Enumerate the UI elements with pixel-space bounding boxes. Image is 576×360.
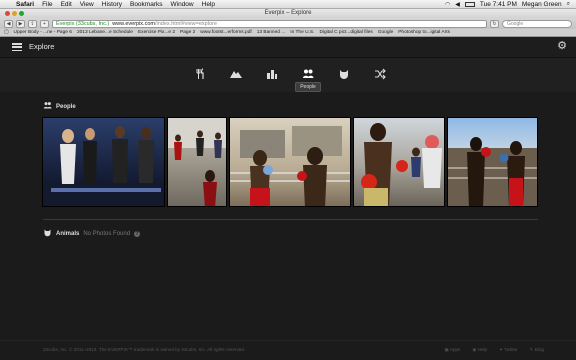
section-divider [43, 219, 538, 220]
animals-icon [43, 228, 52, 239]
people-photo[interactable] [447, 117, 538, 207]
people-photo[interactable] [353, 117, 445, 207]
people-section-header: People [43, 101, 76, 112]
search-field[interactable]: Google [502, 19, 572, 28]
footer-link-twitter-label: Twitter [504, 347, 518, 352]
wifi-icon[interactable]: ◠ [445, 1, 450, 8]
menu-icon[interactable] [12, 43, 22, 52]
app-header: Explore ⚙ [0, 37, 576, 58]
footer-link-apps[interactable]: ▣ Apps [444, 347, 460, 353]
menu-file[interactable]: File [38, 0, 56, 9]
bookmark-item[interactable]: 2013 Lebane...e Schedule [77, 30, 133, 35]
animals-section-header: Animals No Photos Found ? [43, 228, 141, 239]
footer-link-twitter[interactable]: ✦ Twitter [499, 347, 518, 353]
add-tab-button[interactable]: + [40, 19, 49, 28]
city-category-icon[interactable] [266, 68, 278, 80]
minimize-window-button[interactable] [12, 11, 17, 16]
menu-edit[interactable]: Edit [57, 0, 76, 9]
people-section-label: People [56, 103, 76, 110]
bookmark-item[interactable]: Digital C pict...digital files [319, 30, 372, 35]
copyright-text: 33cubs, Inc. © 2011–2013. The EVERPIX™ t… [43, 347, 246, 352]
footer-link-blog-label: Blog [534, 347, 544, 352]
footer-link-apps-label: Apps [449, 347, 461, 352]
menu-view[interactable]: View [76, 0, 98, 9]
no-photos-text: No Photos Found [83, 230, 131, 237]
menu-bookmarks[interactable]: Bookmarks [126, 0, 167, 9]
page-title: Explore [29, 42, 55, 51]
category-tooltip: People [295, 82, 321, 92]
people-photo[interactable] [229, 117, 351, 207]
certificate-label[interactable]: Everpix (33cubs, Inc.) [56, 21, 109, 27]
reload-button[interactable]: ↻ [490, 19, 499, 28]
bookmark-item[interactable]: Google [378, 30, 393, 35]
mac-menu-bar: Safari File Edit View History Bookmarks … [0, 0, 576, 9]
people-photo[interactable] [167, 117, 227, 207]
back-button[interactable]: ◀ [4, 19, 13, 28]
footer-link-blog[interactable]: ✎ Blog [530, 347, 544, 353]
url-host: www.everpix.com [112, 20, 155, 27]
people-icon [43, 101, 52, 112]
menu-history[interactable]: History [98, 0, 126, 9]
url-path: /index.html#view=explore [154, 20, 217, 27]
reading-list-icon[interactable]: ▢ [4, 30, 9, 35]
spotlight-icon[interactable]: ⌕ [567, 1, 570, 8]
menu-help[interactable]: Help [198, 0, 219, 9]
footer-link-help-label: Help [477, 347, 488, 352]
window-title-bar: Everpix – Explore [0, 9, 576, 18]
close-window-button[interactable] [5, 11, 10, 16]
people-category-icon[interactable] [302, 68, 314, 80]
page-footer: 33cubs, Inc. © 2011–2013. The EVERPIX™ t… [0, 340, 576, 360]
share-button[interactable]: ⇪ [28, 19, 37, 28]
bookmark-item[interactable]: Photoshop to...igital Arts [398, 30, 450, 35]
bookmark-item[interactable]: www.footst...erforms.pdf [200, 30, 251, 35]
bookmark-item[interactable]: Page 2 [180, 30, 195, 35]
animals-category-icon[interactable] [338, 68, 350, 80]
menu-window[interactable]: Window [167, 0, 198, 9]
bookmarks-bar: ▢ Upper Body - ...ne - Page 6 2013 Leban… [0, 29, 576, 37]
forward-button[interactable]: ▶ [16, 19, 25, 28]
menu-user[interactable]: Megan Green [522, 1, 562, 8]
bookmark-item[interactable]: 13 Banned ... [257, 30, 286, 35]
animals-section-label: Animals [56, 230, 80, 237]
volume-icon[interactable]: ◀ [455, 1, 460, 8]
menu-app-name[interactable]: Safari [12, 0, 38, 9]
people-photo[interactable] [42, 117, 165, 207]
bookmark-item[interactable]: Exercise Pix...e 2 [138, 30, 175, 35]
zoom-window-button[interactable] [19, 11, 24, 16]
bookmark-item[interactable]: In The U.S. [290, 30, 314, 35]
gear-icon[interactable]: ⚙ [556, 40, 568, 52]
window-title: Everpix – Explore [264, 10, 312, 16]
shuffle-icon[interactable] [374, 68, 386, 80]
landscape-category-icon[interactable] [230, 68, 242, 80]
footer-link-help[interactable]: ◉ Help [472, 347, 487, 353]
help-icon[interactable]: ? [134, 230, 141, 237]
category-nav [0, 58, 576, 92]
battery-icon[interactable] [464, 1, 475, 7]
food-category-icon[interactable] [194, 68, 206, 80]
browser-toolbar: ◀ ▶ ⇪ + Everpix (33cubs, Inc.) www.everp… [0, 18, 576, 29]
address-bar[interactable]: Everpix (33cubs, Inc.) www.everpix.com/i… [52, 19, 487, 28]
bookmark-item[interactable]: Upper Body - ...ne - Page 6 [14, 30, 72, 35]
menu-clock[interactable]: Tue 7:41 PM [480, 1, 517, 8]
